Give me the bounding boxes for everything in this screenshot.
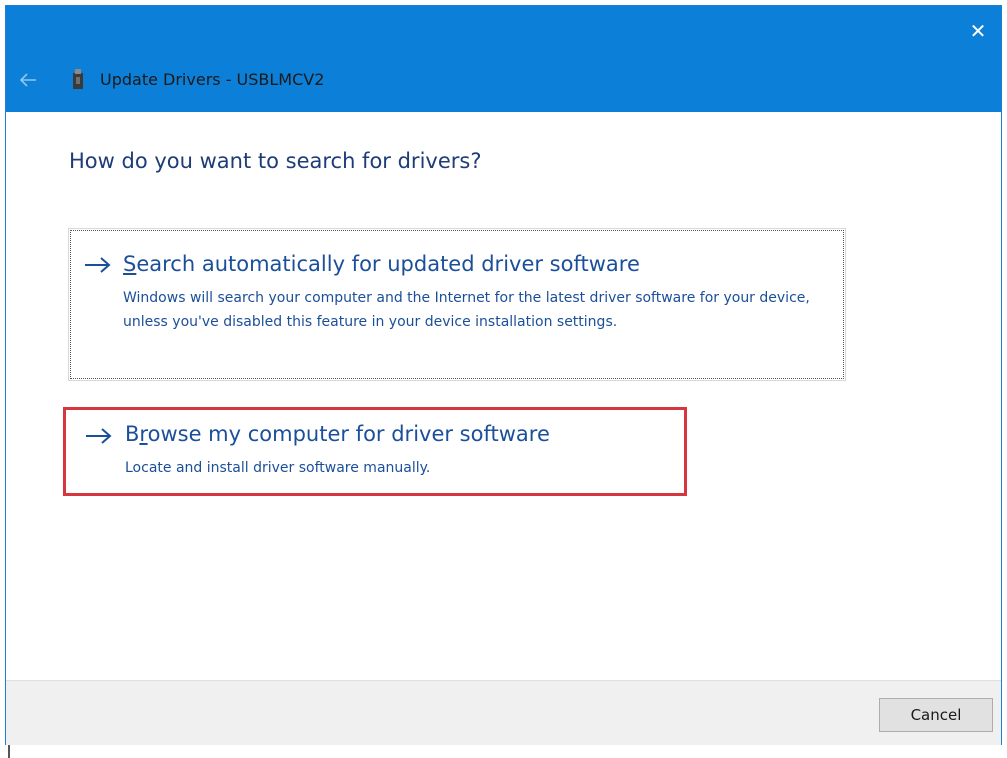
browse-computer-description: Locate and install driver software manua… — [125, 460, 431, 476]
access-key-letter: S — [123, 252, 137, 276]
browse-computer-option[interactable]: Browse my computer for driver software L… — [63, 407, 687, 496]
search-automatically-title: Search automatically for updated driver … — [123, 252, 640, 276]
right-arrow-icon — [86, 428, 112, 444]
access-key-letter: r — [139, 422, 148, 446]
search-automatically-description: Windows will search your computer and th… — [123, 290, 810, 330]
window-title: Update Drivers - USBLMCV2 — [100, 70, 325, 89]
browse-computer-title: Browse my computer for driver software — [125, 422, 550, 446]
back-arrow-icon — [19, 73, 36, 87]
title-bar: ✕ Update Drivers - USBLMCV2 — [6, 6, 1001, 112]
close-button[interactable]: ✕ — [963, 16, 993, 46]
option-title-text: owse my computer for driver software — [147, 422, 550, 446]
footer-bar: Cancel — [6, 680, 1001, 745]
right-arrow-icon — [85, 257, 111, 273]
usb-device-icon — [73, 69, 83, 89]
update-drivers-window: ✕ Update Drivers - USBLMCV2 How do you w… — [5, 5, 1002, 745]
search-automatically-option[interactable]: Search automatically for updated driver … — [68, 228, 846, 381]
window-edge-mark — [8, 745, 10, 758]
back-button[interactable] — [16, 68, 40, 92]
option-title-text: earch automatically for updated driver s… — [136, 252, 640, 276]
close-icon: ✕ — [969, 19, 987, 43]
option-title-first-letter: B — [125, 422, 140, 446]
page-heading: How do you want to search for drivers? — [69, 149, 482, 173]
cancel-button[interactable]: Cancel — [879, 698, 993, 732]
